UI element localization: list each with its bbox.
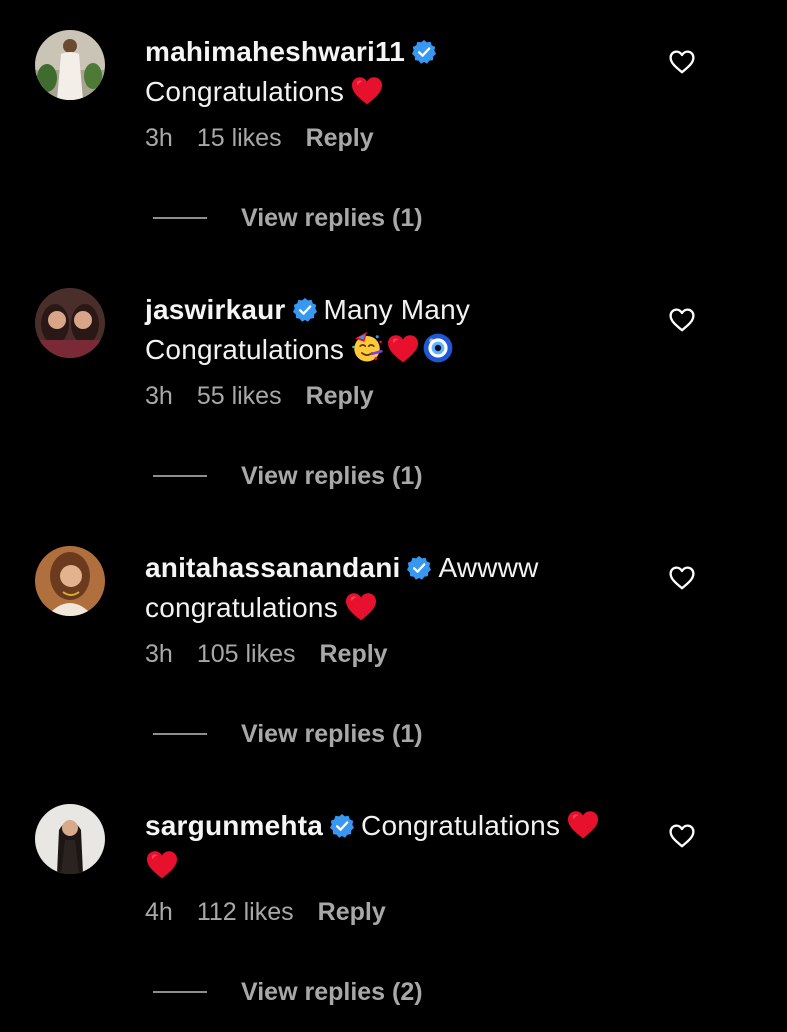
view-replies-label: View replies (1) [241, 719, 423, 748]
comment-meta: 3h 15 likes Reply [145, 124, 398, 153]
reply-button[interactable]: Reply [306, 382, 374, 410]
like-heart-icon[interactable] [668, 822, 696, 850]
comment-meta: 4h 112 likes Reply [145, 898, 410, 927]
like-heart-icon[interactable] [668, 564, 696, 592]
verified-badge-icon [411, 39, 437, 65]
avatar[interactable] [35, 30, 105, 100]
comment-meta: 3h 105 likes Reply [145, 640, 412, 669]
verified-badge-icon [329, 813, 355, 839]
avatar[interactable] [35, 546, 105, 616]
comment-item: anitahassanandani Awwww congratulations 3… [0, 516, 787, 774]
view-replies-label: View replies (1) [241, 461, 423, 490]
comment-body: anitahassanandani Awwww congratulations [145, 548, 635, 628]
red-heart-icon [145, 850, 179, 880]
comment-item: mahimaheshwari11 Congratulations 3h 15 li… [0, 0, 787, 258]
comment-time: 4h [145, 898, 173, 926]
username[interactable]: mahimaheshwari11 [145, 36, 405, 67]
verified-badge-icon [406, 555, 432, 581]
verified-badge-icon [292, 297, 318, 323]
reply-button[interactable]: Reply [306, 124, 374, 152]
red-heart-icon [386, 334, 420, 364]
divider-line [153, 475, 207, 477]
view-replies-button[interactable]: View replies (1) [153, 458, 423, 494]
divider-line [153, 733, 207, 735]
comment-item: sargunmehta Congratulations 4h 112 likes Re… [0, 774, 787, 1032]
avatar[interactable] [35, 288, 105, 358]
like-heart-icon[interactable] [668, 306, 696, 334]
red-heart-icon [344, 592, 378, 622]
view-replies-button[interactable]: View replies (1) [153, 716, 423, 752]
partying-face-icon [350, 330, 384, 364]
comment-text: Congratulations [361, 810, 561, 841]
comment-time: 3h [145, 640, 173, 668]
comment-body: mahimaheshwari11 Congratulations [145, 32, 635, 112]
username[interactable]: jaswirkaur [145, 294, 286, 325]
view-replies-label: View replies (2) [241, 977, 423, 1006]
red-heart-icon [566, 810, 600, 840]
like-heart-icon[interactable] [668, 48, 696, 76]
comment-body: jaswirkaur Many Many Congratulations [145, 290, 635, 370]
username[interactable]: anitahassanandani [145, 552, 400, 583]
red-heart-icon [350, 76, 384, 106]
avatar[interactable] [35, 804, 105, 874]
likes-count[interactable]: 112 likes [197, 898, 294, 926]
reply-button[interactable]: Reply [319, 640, 387, 668]
divider-line [153, 991, 207, 993]
comment-text: Congratulations [145, 76, 345, 107]
reply-button[interactable]: Reply [318, 898, 386, 926]
comment-item: jaswirkaur Many Many Congratulations 3h 55… [0, 258, 787, 516]
nazar-amulet-icon [422, 332, 454, 364]
likes-count[interactable]: 55 likes [197, 382, 282, 410]
view-replies-button[interactable]: View replies (1) [153, 200, 423, 236]
comment-body: sargunmehta Congratulations [145, 806, 635, 886]
view-replies-label: View replies (1) [241, 203, 423, 232]
view-replies-button[interactable]: View replies (2) [153, 974, 423, 1010]
likes-count[interactable]: 15 likes [197, 124, 282, 152]
likes-count[interactable]: 105 likes [197, 640, 296, 668]
username[interactable]: sargunmehta [145, 810, 323, 841]
comment-time: 3h [145, 124, 173, 152]
comment-time: 3h [145, 382, 173, 410]
divider-line [153, 217, 207, 219]
comment-meta: 3h 55 likes Reply [145, 382, 398, 411]
